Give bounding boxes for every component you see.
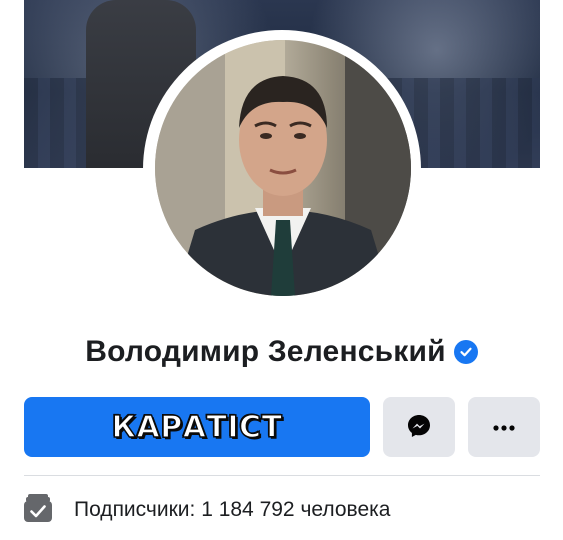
primary-action-button[interactable]: КАРАТІСТ (24, 397, 370, 457)
profile-avatar[interactable] (155, 40, 411, 296)
section-divider (24, 475, 540, 476)
messenger-icon (406, 413, 432, 442)
profile-name: Володимир Зеленський (85, 335, 446, 368)
more-options-button[interactable] (468, 397, 540, 457)
followers-check-icon (24, 493, 52, 528)
followers-row[interactable]: Подписчики: 1 184 792 человека (24, 492, 390, 528)
verified-badge-icon (453, 340, 478, 364)
avatar-portrait (155, 40, 411, 296)
messenger-button[interactable] (383, 397, 455, 457)
more-dots-icon (492, 420, 516, 435)
followers-count-text: Подписчики: 1 184 792 человека (74, 498, 391, 521)
profile-name-row: Володимир Зеленський (0, 330, 563, 374)
primary-action-label: КАРАТІСТ (111, 409, 283, 446)
